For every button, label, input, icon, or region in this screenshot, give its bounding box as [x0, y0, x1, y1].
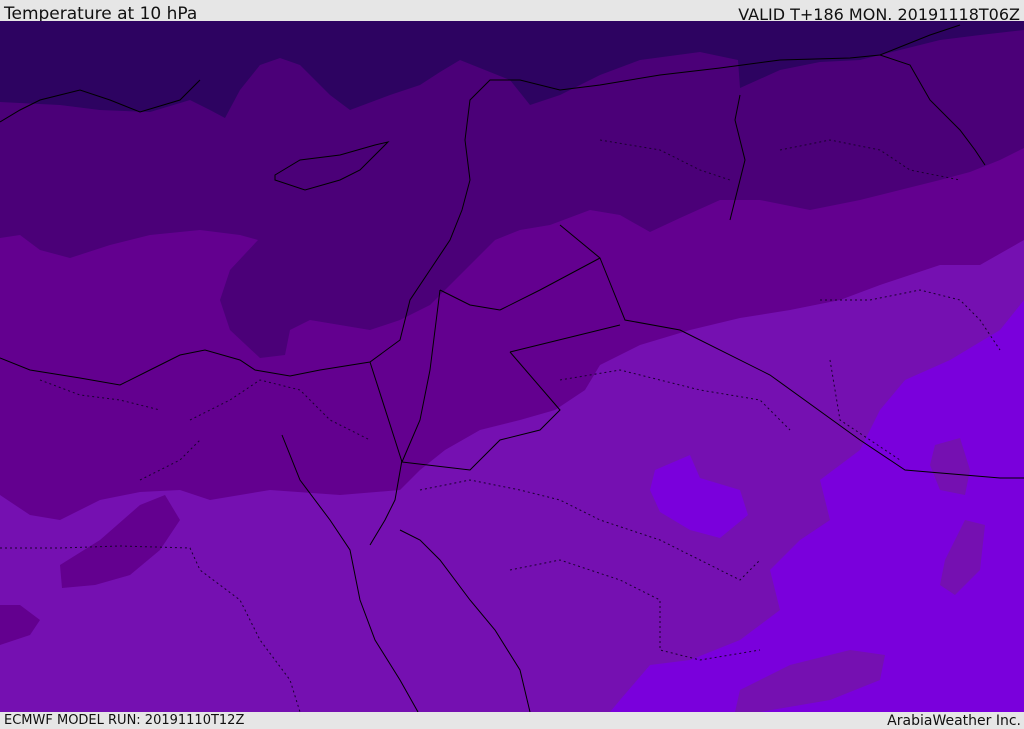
- model-run-label: ECMWF MODEL RUN: 20191110T12Z: [4, 713, 245, 728]
- temperature-map[interactable]: [0, 21, 1024, 712]
- credit-label: ArabiaWeather Inc.: [887, 713, 1021, 729]
